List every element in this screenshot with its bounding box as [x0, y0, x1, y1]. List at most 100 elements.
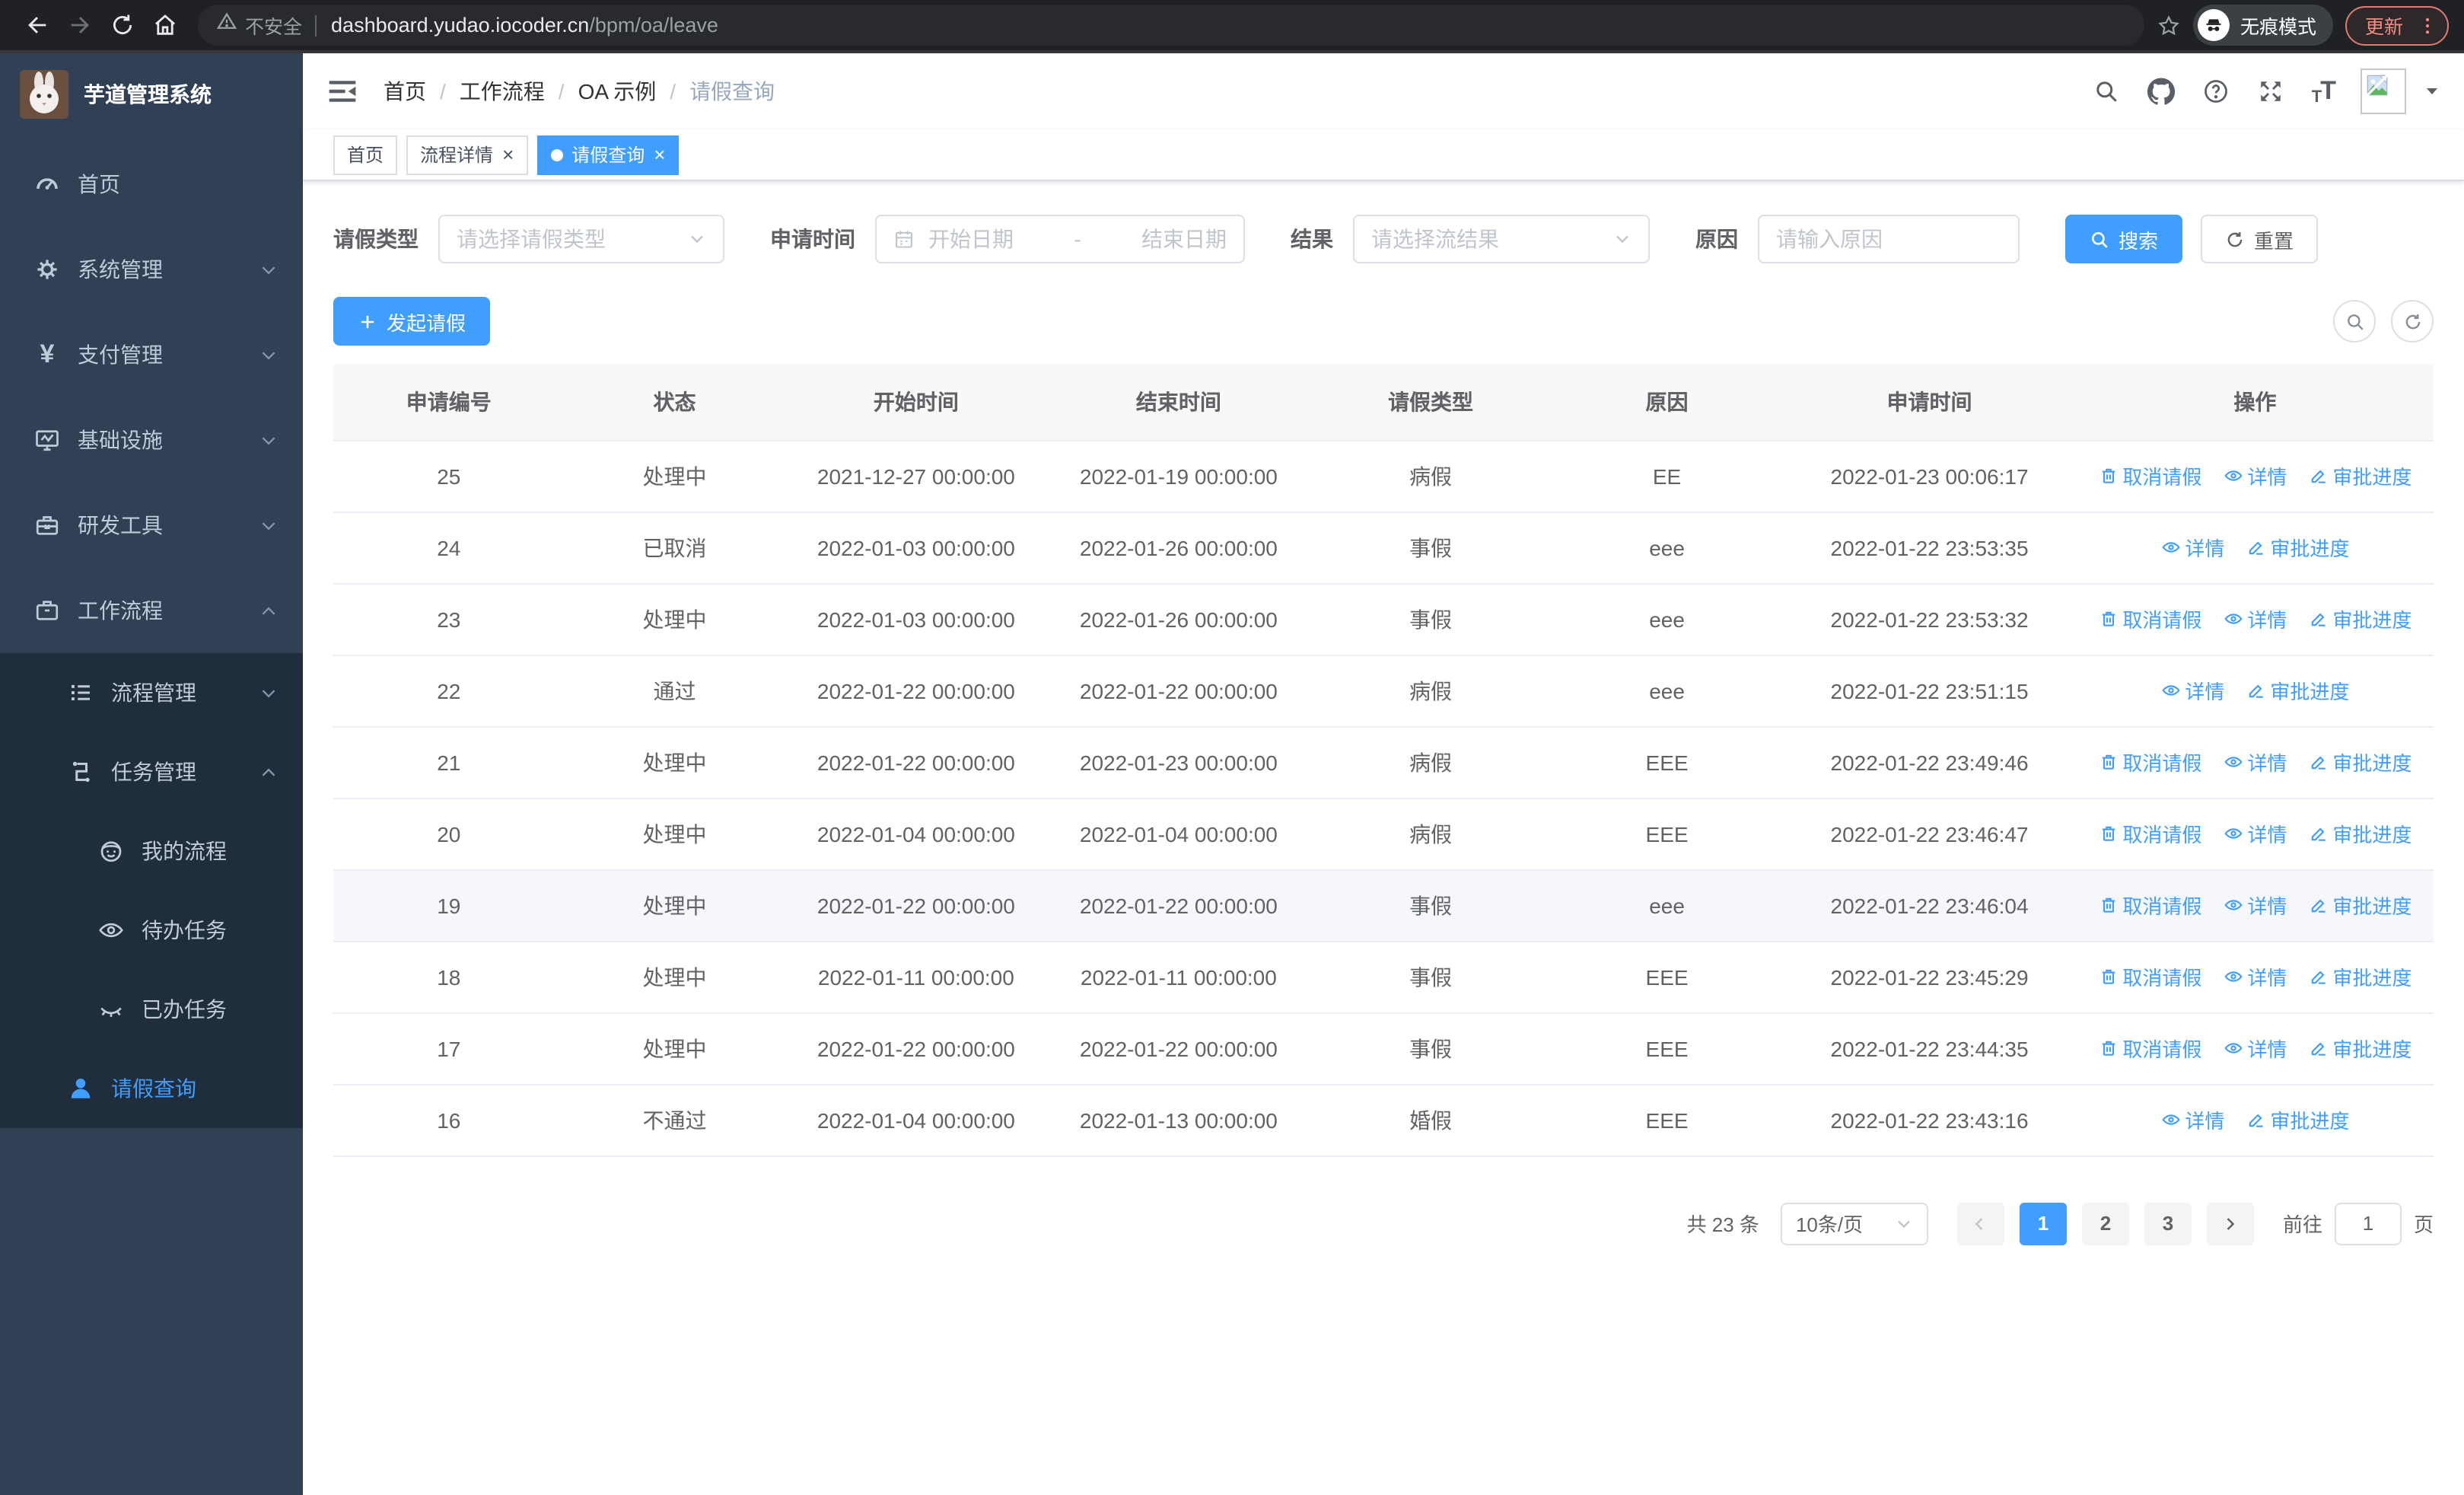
goto-page-input[interactable]	[2334, 1202, 2402, 1245]
page-button-3[interactable]: 3	[2144, 1202, 2192, 1245]
close-tab-icon[interactable]: ×	[654, 145, 665, 164]
action-detail-link[interactable]: 详情	[2160, 533, 2224, 562]
action-progress-link[interactable]: 审批进度	[2308, 962, 2411, 991]
prev-page-button[interactable]	[1956, 1202, 2004, 1245]
sidebar-item-task-mgmt[interactable]: 任务管理	[0, 732, 303, 811]
tab-流程详情[interactable]: 流程详情 ×	[406, 135, 528, 174]
sidebar-item-done-task[interactable]: 已办任务	[0, 970, 303, 1049]
eye-open-icon	[97, 916, 125, 944]
breadcrumb-item-home[interactable]: 首页	[384, 76, 426, 107]
sidebar-item-system[interactable]: 系统管理	[0, 227, 303, 312]
cell-id: 21	[333, 726, 565, 799]
avatar-caret-icon[interactable]	[2423, 82, 2441, 100]
action-progress-link[interactable]: 审批进度	[2308, 604, 2411, 633]
action-cancel-link[interactable]: 取消请假	[2098, 962, 2201, 991]
tab-请假查询[interactable]: 请假查询 ×	[536, 135, 680, 174]
search-button[interactable]: 搜索	[2065, 215, 2183, 263]
sidebar-item-leave-query[interactable]: 请假查询	[0, 1049, 303, 1128]
sidebar-item-todo-task[interactable]: 待办任务	[0, 891, 303, 970]
start-date-placeholder[interactable]: 开始日期	[928, 224, 1014, 254]
security-label[interactable]: 不安全	[245, 11, 302, 40]
edit-icon	[2308, 1038, 2328, 1058]
action-progress-link[interactable]: 审批进度	[2246, 1105, 2349, 1134]
breadcrumb-item-oa-example[interactable]: OA 示例	[578, 76, 657, 107]
action-detail-link[interactable]: 详情	[2223, 748, 2287, 776]
action-detail-link[interactable]: 详情	[2160, 1105, 2224, 1134]
page-size-select[interactable]: 10条/页	[1780, 1202, 1928, 1245]
action-progress-link[interactable]: 审批进度	[2246, 533, 2349, 562]
action-cancel-link[interactable]: 取消请假	[2098, 461, 2201, 490]
sidebar-item-payment[interactable]: ¥ 支付管理	[0, 312, 303, 397]
breadcrumb: 首页 / 工作流程 / OA 示例 / 请假查询	[384, 76, 775, 107]
action-progress-link[interactable]: 审批进度	[2308, 819, 2411, 848]
browser-update-button[interactable]: 更新	[2345, 5, 2449, 45]
action-detail-link[interactable]: 详情	[2223, 962, 2287, 991]
browser-reload-button[interactable]	[100, 4, 143, 46]
font-size-icon[interactable]: TT	[2312, 76, 2336, 107]
action-detail-link[interactable]: 详情	[2223, 461, 2287, 490]
action-detail-link[interactable]: 详情	[2223, 891, 2287, 920]
apply-time-range-picker[interactable]: 开始日期 - 结束日期	[875, 215, 1245, 263]
sidebar-collapse-icon[interactable]	[326, 75, 359, 108]
browser-forward-button[interactable]	[58, 4, 100, 46]
filter-result: 结果 请选择流结果	[1291, 215, 1650, 263]
cell-end-time: 2022-01-26 00:00:00	[1047, 512, 1310, 584]
create-leave-button[interactable]: 发起请假	[333, 297, 491, 346]
action-progress-link[interactable]: 审批进度	[2308, 891, 2411, 920]
browser-home-button[interactable]	[143, 4, 186, 46]
help-icon[interactable]	[2202, 77, 2231, 106]
page-button-2[interactable]: 2	[2081, 1202, 2129, 1245]
breadcrumb-item-workflow[interactable]: 工作流程	[460, 76, 545, 107]
action-progress-link[interactable]: 审批进度	[2246, 676, 2349, 705]
action-cancel-link[interactable]: 取消请假	[2098, 819, 2201, 848]
sidebar-item-label: 工作流程	[78, 598, 163, 623]
github-icon[interactable]	[2147, 77, 2176, 106]
cell-start-time: 2021-12-27 00:00:00	[785, 440, 1048, 512]
end-date-placeholder[interactable]: 结束日期	[1141, 224, 1227, 254]
result-select[interactable]: 请选择流结果	[1353, 215, 1650, 263]
reason-input[interactable]	[1776, 227, 2001, 251]
refresh-table-button[interactable]	[2391, 300, 2434, 343]
action-cancel-link[interactable]: 取消请假	[2098, 891, 2201, 920]
tab-首页[interactable]: 首页	[333, 135, 398, 174]
browser-menu-icon[interactable]	[2417, 14, 2438, 36]
toggle-search-button[interactable]	[2333, 300, 2376, 343]
cell-reason: EEE	[1551, 1012, 1783, 1085]
cell-reason: EE	[1551, 440, 1783, 512]
sidebar-logo[interactable]: 芋道管理系统	[0, 53, 303, 135]
cell-actions: 取消请假 详情 审批进度	[2076, 869, 2434, 942]
action-progress-link[interactable]: 审批进度	[2308, 748, 2411, 776]
bookmark-star-icon[interactable]	[2157, 13, 2181, 37]
action-detail-link[interactable]: 详情	[2223, 604, 2287, 633]
sidebar-item-my-process[interactable]: 我的流程	[0, 811, 303, 891]
close-tab-icon[interactable]: ×	[502, 145, 514, 164]
sidebar-item-home[interactable]: 首页	[0, 142, 303, 227]
date-range-separator: -	[1074, 227, 1081, 251]
reset-button[interactable]: 重置	[2201, 215, 2319, 263]
action-detail-link[interactable]: 详情	[2160, 676, 2224, 705]
url-bar[interactable]: 不安全 dashboard.yudao.iocoder.cn /bpm/oa/l…	[198, 5, 2144, 46]
action-progress-link[interactable]: 审批进度	[2308, 1034, 2411, 1063]
next-page-button[interactable]	[2206, 1202, 2254, 1245]
avatar[interactable]	[2361, 69, 2406, 114]
leave-type-select[interactable]: 请选择请假类型	[438, 215, 724, 263]
action-cancel-link[interactable]: 取消请假	[2098, 1034, 2201, 1063]
sidebar-item-process-mgmt[interactable]: 流程管理	[0, 653, 303, 732]
cell-id: 19	[333, 869, 565, 942]
action-cancel-link[interactable]: 取消请假	[2098, 604, 2201, 633]
action-cancel-link[interactable]: 取消请假	[2098, 748, 2201, 776]
cell-leave-type: 病假	[1310, 655, 1552, 727]
page-button-1[interactable]: 1	[2019, 1202, 2067, 1245]
fullscreen-icon[interactable]	[2257, 77, 2286, 106]
browser-back-button[interactable]	[15, 4, 58, 46]
header-search-icon[interactable]	[2093, 77, 2122, 106]
sidebar-item-infra[interactable]: 基础设施	[0, 397, 303, 483]
cell-start-time: 2022-01-04 00:00:00	[785, 798, 1048, 870]
action-detail-link[interactable]: 详情	[2223, 1034, 2287, 1063]
action-progress-link[interactable]: 审批进度	[2308, 461, 2411, 490]
cell-leave-type: 病假	[1310, 440, 1552, 512]
sidebar-item-devtools[interactable]: 研发工具	[0, 483, 303, 568]
gear-icon	[33, 256, 61, 283]
sidebar-item-workflow[interactable]: 工作流程	[0, 568, 303, 653]
action-detail-link[interactable]: 详情	[2223, 819, 2287, 848]
